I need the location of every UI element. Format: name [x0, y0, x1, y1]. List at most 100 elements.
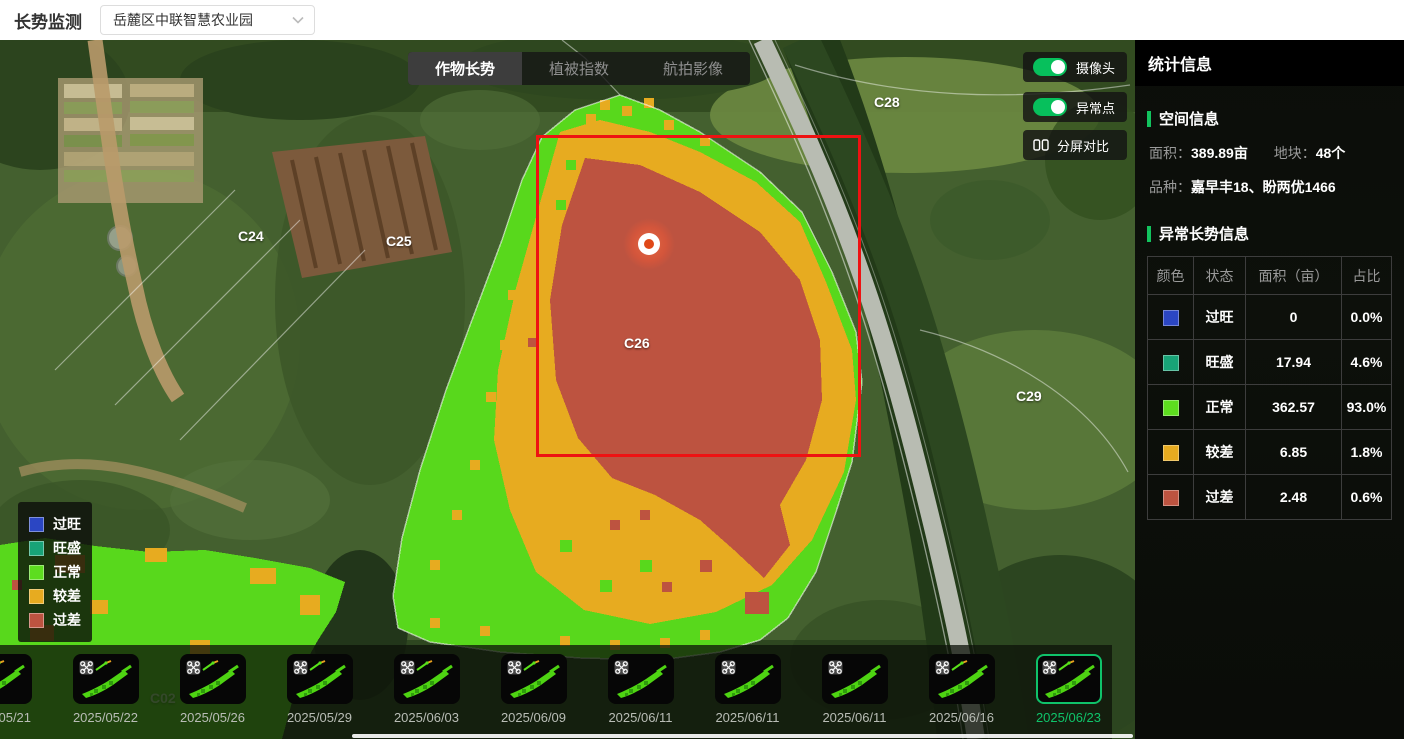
flight-date: 2025/06/11 [694, 710, 801, 725]
flight-date: 2025/05/22 [52, 710, 159, 725]
tab-vegetation-index[interactable]: 植被指数 [522, 52, 636, 85]
legend-swatch [29, 541, 44, 556]
flight-thumbnail[interactable] [0, 654, 32, 704]
anomaly-info-section-header: 异常长势信息 [1147, 223, 1392, 244]
variety-value: 嘉早丰18、盼两优1466 [1191, 179, 1336, 195]
flight-date: 2025/06/03 [373, 710, 480, 725]
table-header-row: 颜色 状态 面积（亩） 占比 [1148, 257, 1392, 295]
chevron-down-icon [292, 16, 304, 24]
flight-thumbnail[interactable] [73, 654, 139, 704]
table-row: 正常 362.57 93.0% [1148, 385, 1392, 430]
table-row: 旺盛 17.94 4.6% [1148, 340, 1392, 385]
legend-item: 过旺 [29, 513, 81, 535]
split-compare-label: 分屏对比 [1057, 136, 1109, 155]
field-thumbnail-shape [934, 663, 992, 699]
spatial-info-section-header: 空间信息 [1147, 108, 1392, 129]
timeline-item-selected[interactable]: 2025/06/23 [1015, 645, 1112, 739]
statistics-panel: 统计信息 空间信息 面积：389.89亩 地块：48个 品种：嘉早丰18、盼两优… [1135, 40, 1404, 739]
page-title: 长势监测 [14, 8, 82, 33]
section-accent-bar [1147, 111, 1151, 127]
farm-selector-value: 岳麓区中联智慧农业园 [113, 10, 253, 30]
statistics-titlebar: 统计信息 [1135, 40, 1404, 86]
flight-thumbnail[interactable] [822, 654, 888, 704]
timeline-item[interactable]: 2025/05/21 [0, 645, 52, 739]
field-thumbnail-shape [0, 663, 29, 699]
area-value: 389.89亩 [1191, 145, 1248, 161]
status-color-swatch [1163, 445, 1179, 461]
flight-date: 2025/06/09 [480, 710, 587, 725]
timeline-item[interactable]: 2025/06/09 [480, 645, 587, 739]
flight-timeline[interactable]: 2025/05/21 2025/05/22 2025/05/26 [0, 645, 1112, 739]
table-row: 过旺 0 0.0% [1148, 295, 1392, 340]
timeline-item[interactable]: 2025/06/11 [587, 645, 694, 739]
flight-date: 2025/06/16 [908, 710, 1015, 725]
statistics-title: 统计信息 [1148, 51, 1212, 75]
map-canvas[interactable]: C24 C25 C26 C28 C29 C02 作物长势 植被指数 航拍影像 摄… [0, 40, 1135, 739]
split-compare-button[interactable]: 分屏对比 [1023, 130, 1127, 160]
flight-thumbnail[interactable] [501, 654, 567, 704]
anomaly-toggle-switch[interactable] [1033, 98, 1067, 116]
flight-thumbnail[interactable] [287, 654, 353, 704]
legend-swatch [29, 517, 44, 532]
table-row: 过差 2.48 0.6% [1148, 475, 1392, 520]
toggle-knob [1051, 60, 1065, 74]
flight-date: 2025/05/26 [159, 710, 266, 725]
camera-toggle-switch[interactable] [1033, 58, 1067, 76]
timeline-item[interactable]: 2025/05/22 [52, 645, 159, 739]
status-color-swatch [1163, 400, 1179, 416]
flight-thumbnail[interactable] [608, 654, 674, 704]
field-thumbnail-shape [399, 663, 457, 699]
field-thumbnail-shape [185, 663, 243, 699]
flight-date: 2025/05/29 [266, 710, 373, 725]
growth-legend: 过旺 旺盛 正常 较差 过差 [18, 502, 92, 642]
anomaly-table: 颜色 状态 面积（亩） 占比 过旺 0 0.0% 旺盛 [1147, 256, 1392, 520]
flight-date: 2025/06/11 [587, 710, 694, 725]
table-row: 较差 6.85 1.8% [1148, 430, 1392, 475]
plot-label-c28: C28 [874, 94, 900, 110]
plot-label-c24: C24 [238, 228, 264, 244]
timeline-scrollbar[interactable] [352, 734, 1133, 738]
farm-selector-dropdown[interactable]: 岳麓区中联智慧农业园 [100, 5, 315, 35]
layer-tabs: 作物长势 植被指数 航拍影像 [408, 52, 750, 85]
flight-thumbnail[interactable] [394, 654, 460, 704]
variety-line: 品种：嘉早丰18、盼两优1466 [1149, 177, 1392, 197]
timeline-item[interactable]: 2025/05/26 [159, 645, 266, 739]
flight-thumbnail[interactable] [180, 654, 246, 704]
area-plots-line: 面积：389.89亩 地块：48个 [1149, 143, 1392, 163]
flight-thumbnail[interactable] [715, 654, 781, 704]
flight-thumbnail[interactable] [929, 654, 995, 704]
timeline-item[interactable]: 2025/06/11 [801, 645, 908, 739]
status-color-swatch [1163, 355, 1179, 371]
legend-item: 过差 [29, 609, 81, 631]
marker-dot [644, 239, 654, 249]
timeline-item[interactable]: 2025/06/16 [908, 645, 1015, 739]
top-header: 长势监测 岳麓区中联智慧农业园 [0, 0, 1404, 40]
plot-label-c25: C25 [386, 233, 412, 249]
camera-toggle-label: 摄像头 [1076, 58, 1115, 77]
status-color-swatch [1163, 490, 1179, 506]
field-thumbnail-shape [613, 663, 671, 699]
timeline-item[interactable]: 2025/05/29 [266, 645, 373, 739]
flight-date: 2025/05/21 [0, 710, 52, 725]
camera-toggle[interactable]: 摄像头 [1023, 52, 1127, 82]
plot-label-c29: C29 [1016, 388, 1042, 404]
timeline-item[interactable]: 2025/06/03 [373, 645, 480, 739]
section-accent-bar [1147, 226, 1151, 242]
field-thumbnail-shape [506, 663, 564, 699]
tab-aerial-image[interactable]: 航拍影像 [636, 52, 750, 85]
legend-item: 较差 [29, 585, 81, 607]
field-thumbnail-shape [720, 663, 778, 699]
selection-rectangle[interactable] [536, 135, 861, 457]
tab-crop-growth[interactable]: 作物长势 [408, 52, 522, 85]
status-color-swatch [1163, 310, 1179, 326]
field-thumbnail-shape [1041, 663, 1099, 699]
field-thumbnail-shape [78, 663, 136, 699]
flight-thumbnail[interactable] [1036, 654, 1102, 704]
anomaly-toggle[interactable]: 异常点 [1023, 92, 1127, 122]
plots-value: 48个 [1316, 145, 1346, 161]
field-thumbnail-shape [292, 663, 350, 699]
flight-date: 2025/06/23 [1015, 710, 1112, 725]
timeline-item[interactable]: 2025/06/11 [694, 645, 801, 739]
legend-swatch [29, 589, 44, 604]
toggle-knob [1051, 100, 1065, 114]
